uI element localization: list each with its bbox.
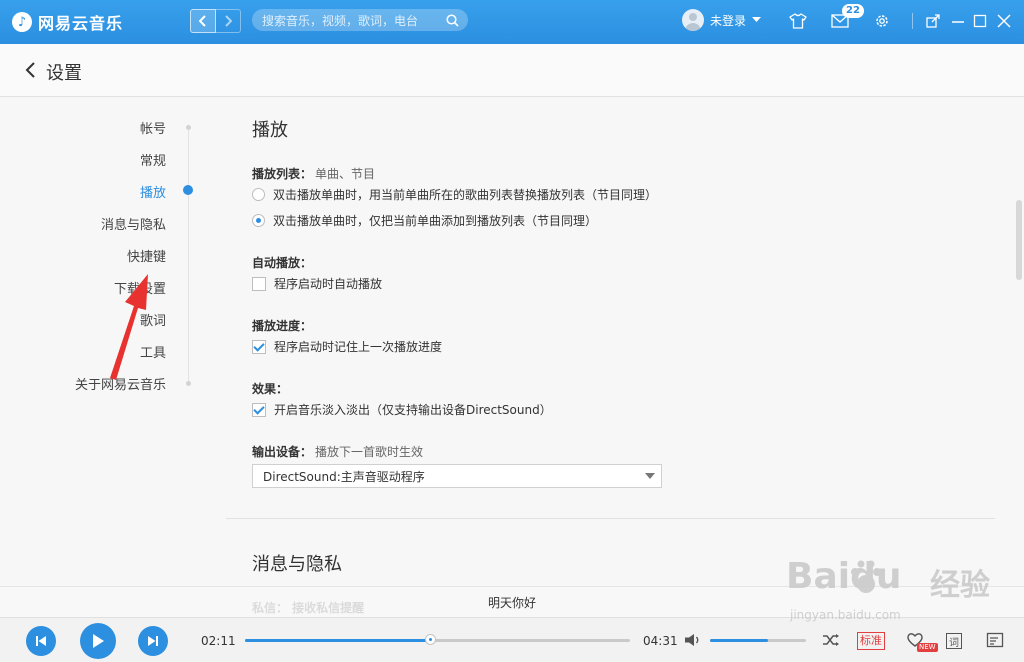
option-label: 程序启动时自动播放 — [274, 277, 383, 291]
user-menu[interactable]: 未登录 — [682, 9, 762, 31]
nav-item-playback[interactable]: 播放 — [140, 182, 166, 201]
playlist-option-append[interactable]: 双击播放单曲时，仅把当前单曲添加到播放列表（节目同理） — [252, 212, 597, 229]
lyrics-button[interactable]: 词 — [946, 633, 962, 649]
settings-nav: 帐号 常规 播放 消息与隐私 快捷键 下载设置 歌词 工具 关于网易云音乐 — [0, 96, 210, 586]
forward-button[interactable] — [216, 9, 241, 33]
nav-timeline — [188, 126, 189, 384]
nav-item-general[interactable]: 常规 — [140, 150, 166, 169]
annotation-arrow — [110, 274, 148, 380]
nav-dot — [186, 381, 191, 386]
option-label: 双击播放单曲时，用当前单曲所在的歌曲列表替换播放列表（节目同理） — [273, 188, 658, 202]
close-icon[interactable] — [994, 11, 1014, 31]
new-tag: NEW — [917, 643, 938, 652]
title-bar: ♪ 网易云音乐 搜索音乐，视频，歌词，电台 未登录 22 — [0, 0, 1024, 44]
app-logo[interactable]: ♪ 网易云音乐 — [12, 10, 123, 34]
playlist-label: 播放列表： 单曲、节目 — [252, 165, 375, 182]
playlist-label-text: 播放列表： — [252, 167, 313, 181]
next-button[interactable] — [138, 626, 168, 656]
chevron-left-icon — [199, 15, 206, 27]
settings-icon[interactable] — [872, 11, 892, 31]
previous-icon — [36, 636, 46, 646]
playlist-option-replace[interactable]: 双击播放单曲时，用当前单曲所在的歌曲列表替换播放列表（节目同理） — [252, 186, 657, 203]
dropdown-caret-icon[interactable] — [645, 473, 655, 479]
output-sublabel: 播放下一首歌时生效 — [315, 445, 424, 459]
previous-button[interactable] — [26, 626, 56, 656]
chevron-down-icon[interactable] — [752, 17, 762, 23]
fade-option[interactable]: 开启音乐淡入淡出（仅支持输出设备DirectSound） — [252, 401, 552, 418]
option-label: 双击播放单曲时，仅把当前单曲添加到播放列表（节目同理） — [273, 214, 598, 228]
netease-logo-icon: ♪ — [12, 12, 32, 32]
search-icon[interactable] — [442, 13, 462, 27]
playlist-sublabel: 单曲、节目 — [315, 167, 376, 181]
progress-label: 播放进度： — [252, 319, 313, 333]
user-name[interactable]: 未登录 — [710, 12, 746, 29]
private-message-label-overlap: 私信： 接收私信提醒 — [252, 601, 365, 615]
history-nav — [190, 9, 241, 33]
app-name: 网易云音乐 — [38, 14, 124, 33]
progress-fill — [245, 639, 430, 642]
nav-dot — [186, 125, 191, 130]
chevron-right-icon — [225, 15, 232, 27]
playlist-icon[interactable] — [985, 630, 1005, 650]
settings-content: 播放 播放列表： 单曲、节目 双击播放单曲时，用当前单曲所在的歌曲列表替换播放列表… — [210, 96, 1014, 586]
progress-knob[interactable] — [424, 634, 436, 645]
paw-icon — [851, 560, 881, 593]
search-placeholder: 搜索音乐，视频，歌词，电台 — [262, 13, 419, 28]
option-label: 开启音乐淡入淡出（仅支持输出设备DirectSound） — [274, 403, 552, 417]
lyrics-label: 词 — [949, 637, 959, 649]
remember-progress-option[interactable]: 程序启动时记住上一次播放进度 — [252, 338, 442, 355]
select-value: DirectSound:主声音驱动程序 — [263, 469, 425, 484]
minimize-icon[interactable] — [948, 11, 968, 31]
autoplay-option[interactable]: 程序启动时自动播放 — [252, 275, 382, 292]
volume-fill — [710, 639, 768, 642]
skin-icon[interactable] — [788, 11, 808, 31]
nav-item-account[interactable]: 帐号 — [140, 118, 166, 137]
scrollbar[interactable] — [1016, 200, 1022, 280]
total-time: 04:31 — [643, 634, 678, 648]
volume-slider[interactable] — [710, 639, 806, 642]
play-icon — [93, 634, 104, 648]
volume-icon[interactable] — [683, 630, 703, 650]
radio-button-selected[interactable] — [252, 214, 265, 227]
maximize-icon[interactable] — [970, 11, 990, 31]
output-device-select[interactable]: DirectSound:主声音驱动程序 — [252, 464, 662, 488]
watermark-url: jingyan.baidu.com — [790, 608, 901, 622]
output-device-label: 输出设备： 播放下一首歌时生效 — [252, 443, 423, 460]
radio-button[interactable] — [252, 188, 265, 201]
message-count-badge: 22 — [842, 4, 864, 18]
section-title-playback: 播放 — [252, 120, 288, 141]
back-button[interactable] — [190, 9, 216, 33]
autoplay-label: 自动播放： — [252, 256, 313, 270]
elapsed-time: 02:11 — [201, 634, 236, 648]
section-divider — [226, 518, 995, 519]
checkbox[interactable] — [252, 276, 266, 291]
quality-badge[interactable]: 标准 — [857, 632, 885, 650]
avatar[interactable] — [682, 9, 704, 31]
mini-mode-icon[interactable] — [923, 11, 943, 31]
settings-header: 设置 — [0, 44, 1024, 97]
effects-label: 效果： — [252, 382, 289, 396]
nav-dot-active — [183, 185, 193, 195]
page-title: 设置 — [46, 63, 82, 84]
option-label: 程序启动时记住上一次播放进度 — [274, 340, 443, 354]
back-chevron-icon[interactable] — [24, 61, 38, 79]
baidu-watermark: Baidu 经验 jingyan.baidu.com — [780, 548, 1010, 628]
search-input[interactable]: 搜索音乐，视频，歌词，电台 — [252, 9, 468, 31]
checkbox-checked[interactable] — [252, 339, 266, 354]
play-button[interactable] — [80, 623, 116, 659]
output-label-text: 输出设备： — [252, 445, 313, 459]
section-title-privacy: 消息与隐私 — [252, 554, 342, 575]
watermark-brand-cn: 经验 — [930, 568, 990, 603]
progress-slider[interactable] — [245, 634, 630, 645]
shuffle-icon[interactable] — [821, 630, 841, 650]
titlebar-divider — [912, 13, 913, 29]
nav-item-hotkeys[interactable]: 快捷键 — [127, 246, 166, 265]
next-icon — [148, 636, 158, 646]
checkbox-checked[interactable] — [252, 402, 266, 417]
nav-item-privacy[interactable]: 消息与隐私 — [101, 214, 166, 233]
